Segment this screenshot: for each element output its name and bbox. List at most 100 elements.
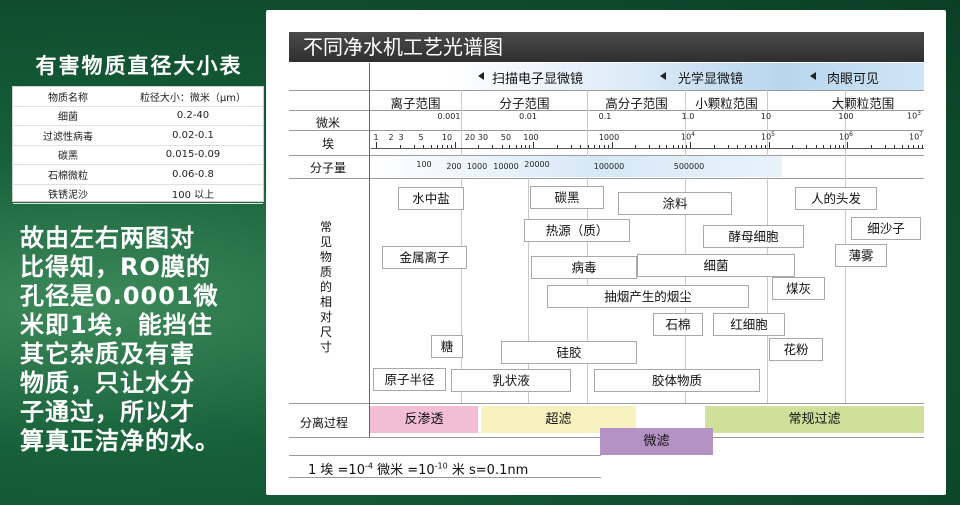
ruler-tick — [442, 145, 444, 148]
angstrom-tick-label: 3 — [398, 133, 404, 142]
process-reverse-osmosis: 反渗透 — [370, 406, 478, 433]
table-row: 过滤性病毒 0.02-0.1 — [13, 125, 263, 146]
ruler-tick — [756, 145, 758, 148]
ruler-tick — [649, 145, 650, 148]
micron-tick-label: 0.01 — [519, 112, 537, 121]
substance-coal-ash: 煤灰 — [772, 277, 825, 300]
ruler-tick — [413, 145, 415, 148]
footnote-exp: -4 — [364, 461, 373, 471]
ruler-tick — [594, 145, 596, 148]
ruler-tick — [437, 145, 439, 148]
angstrom-power-exp: 6 — [849, 131, 854, 138]
substance-fine-sand: 细沙子 — [851, 217, 921, 240]
ruler-tick — [682, 145, 684, 148]
size-table-header: 物质名称 粒径大小：微米（μm） — [13, 87, 263, 107]
ruler-tick — [744, 145, 746, 148]
ruler-tick — [454, 142, 456, 148]
size-table-header-name: 物质名称 — [13, 87, 123, 107]
ruler-tick — [894, 145, 896, 148]
footnote-part: 1 埃 =10 — [308, 463, 365, 478]
ruler-tick — [509, 145, 511, 148]
angstrom-tick-label: 1 — [373, 133, 379, 142]
ruler-tick — [599, 145, 601, 148]
substance-atomic-radius: 原子半径 — [373, 368, 446, 391]
angstrom-tick-label-power: 107 — [909, 131, 923, 142]
ruler-tick — [815, 145, 817, 148]
ruler-tick — [751, 145, 753, 148]
ruler-tick — [450, 145, 452, 148]
range-label-macromolecule: 高分子范围 — [605, 96, 668, 111]
grid-line — [289, 455, 601, 456]
substance-asbestos: 石棉 — [653, 313, 703, 336]
size-table-cell: 铁锈泥沙 — [13, 184, 123, 204]
angstrom-tick-label: 10 — [441, 133, 453, 142]
ruler-tick — [529, 145, 531, 148]
mw-tick-label: 100000 — [593, 162, 625, 171]
footnote-part: 米 s=0.1nm — [447, 463, 529, 478]
mw-tick-label: 1000 — [466, 162, 488, 171]
mw-tick-label: 500000 — [673, 162, 705, 171]
angstrom-power-exp: 4 — [691, 131, 696, 138]
micron-tick-label: 100 — [838, 112, 854, 121]
ruler-tick — [501, 145, 503, 148]
size-table-cell: 细菌 — [13, 106, 123, 126]
footnote-part: 微米 =10 — [372, 463, 435, 478]
arrow-left-icon — [810, 72, 816, 80]
substance-rbc: 红细胞 — [713, 313, 785, 336]
ruler-tick — [760, 145, 762, 148]
mw-tick-label: 200 — [446, 162, 462, 171]
angstrom-power-base: 10 — [908, 132, 920, 142]
substance-bacteria: 细菌 — [637, 254, 795, 277]
range-label-molecule: 分子范围 — [499, 96, 550, 111]
mw-tick-label: 10000 — [493, 162, 519, 171]
substance-silica-gel: 硅胶 — [501, 341, 637, 364]
arrow-left-icon — [660, 72, 666, 80]
substance-pyrogen: 热源（质） — [524, 219, 630, 242]
angstrom-power-base: 10 — [760, 132, 772, 142]
micron-tick-power-exp: 3 — [917, 110, 922, 117]
substance-carbon-black: 碳黑 — [530, 186, 604, 209]
size-table-cell: 过滤性病毒 — [13, 125, 123, 146]
angstrom-tick-label: 2 — [388, 133, 394, 142]
table-row: 石棉微粒 0.06-0.8 — [13, 164, 263, 185]
substance-virus: 病毒 — [531, 256, 637, 279]
ruler-tick — [917, 145, 919, 148]
ruler-tick — [666, 145, 668, 148]
ruler-tick — [839, 145, 841, 148]
table-row: 铁锈泥沙 100 以上 — [13, 184, 263, 204]
ruler-tick — [792, 145, 794, 148]
angstrom-tick-label-power: 106 — [839, 131, 853, 142]
angstrom-tick-label-power: 104 — [681, 131, 695, 142]
ruler-tick — [533, 142, 534, 148]
ruler-tick — [727, 145, 729, 148]
ruler-tick — [677, 145, 679, 148]
ruler-tick — [884, 145, 886, 148]
ruler-tick — [658, 145, 660, 148]
substance-sugar: 糖 — [431, 335, 463, 358]
ruler-tick — [423, 145, 425, 148]
micron-tick-label: 0.001 — [437, 112, 461, 121]
substance-metal-ion: 金属离子 — [382, 246, 467, 269]
scope-label-optical: 光学显微镜 — [678, 72, 744, 87]
scope-label-eye: 肉眼可见 — [827, 72, 880, 87]
angstrom-tick-label: 5 — [418, 133, 424, 142]
mw-tick-label: 100 — [416, 160, 432, 169]
substance-salt: 水中盐 — [398, 187, 464, 210]
row-label-angstrom: 埃 — [322, 137, 335, 151]
explanation-text: 故由左右两图对 比得知，RO膜的 孔径是0.0001微 米即1埃，能挡住 其它杂… — [20, 224, 220, 455]
row-label-micron: 微米 — [316, 116, 341, 130]
grid-line — [289, 403, 924, 404]
ruler-tick — [870, 145, 872, 148]
ruler-tick — [580, 145, 582, 148]
arrow-left-icon — [478, 72, 484, 80]
size-table-cell: 0.015-0.09 — [123, 145, 263, 165]
angstrom-power-base: 10 — [680, 132, 692, 142]
ruler-tick — [672, 145, 674, 148]
row-label-separation: 分离过程 — [300, 416, 349, 430]
ruler-tick — [823, 145, 825, 148]
ruler-tick — [829, 145, 831, 148]
unit-footnote: 1 埃 =10-4 微米 =10-10 米 s=0.1nm — [308, 459, 528, 478]
ruler-tick — [737, 145, 739, 148]
micron-tick-label: 10 — [760, 112, 772, 121]
range-label-large-particle: 大颗粒范围 — [831, 96, 895, 111]
